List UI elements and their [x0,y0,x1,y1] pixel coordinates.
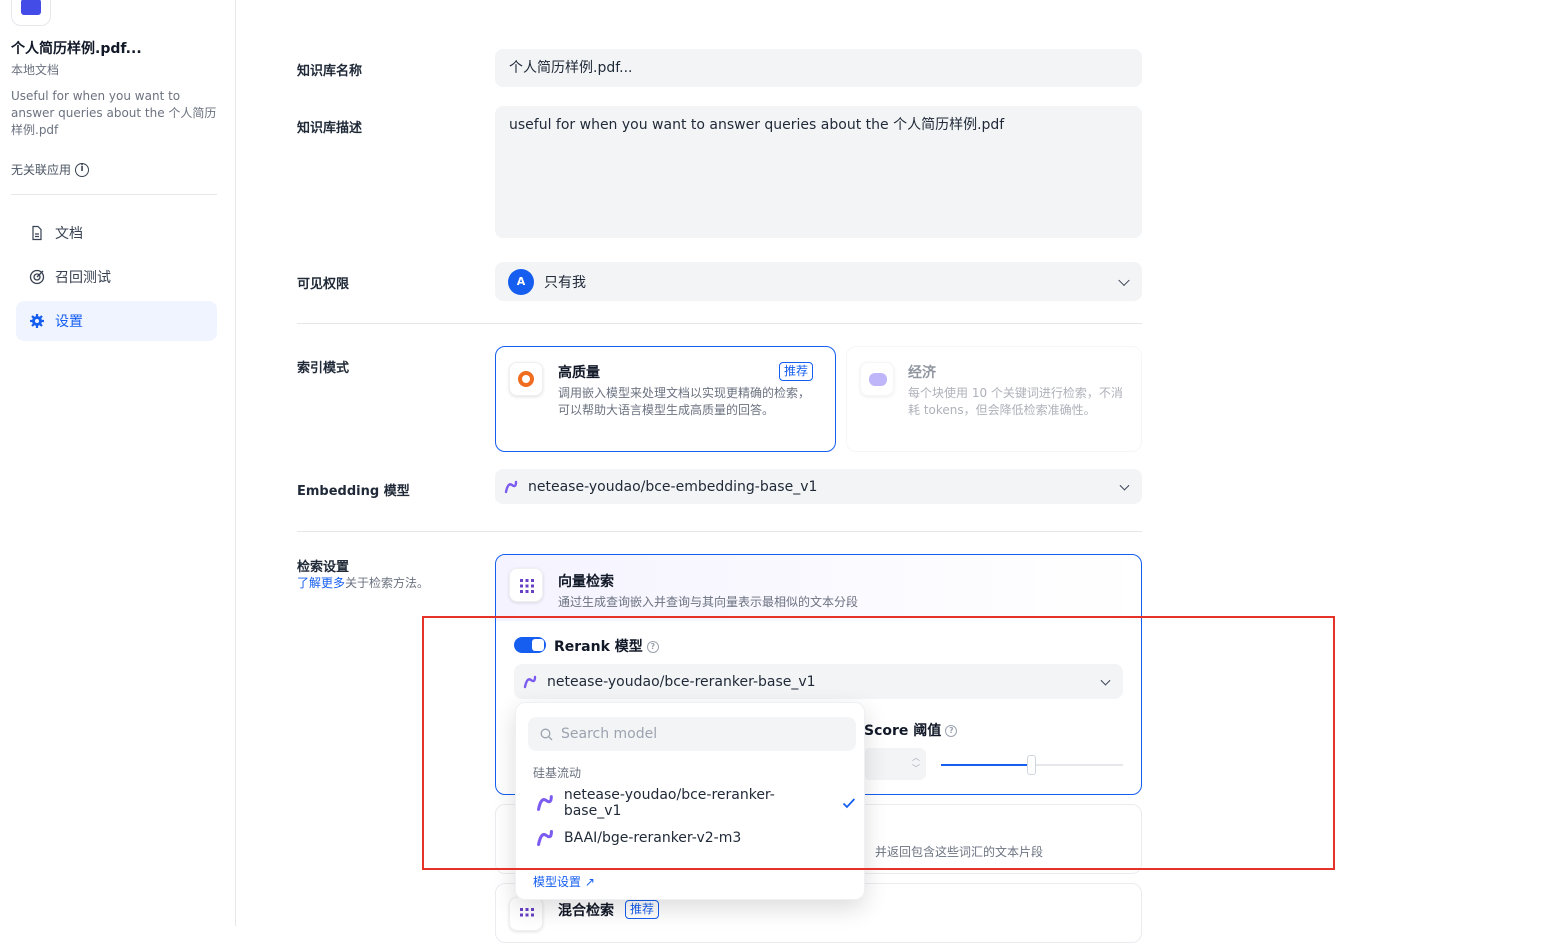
index-economy-desc: 每个块使用 10 个关键词进行检索，不消耗 tokens，但会降低检索准确性。 [908,386,1123,417]
sparkle-icon [509,362,543,396]
dataset-description: Useful for when you want to answer queri… [11,89,217,137]
score-threshold-input[interactable]: ︿ ﹀ [864,748,926,780]
rerank-model-dropdown: Search model 硅基流动 netease-youdao/bce-rer… [515,702,865,900]
search-placeholder: Search model [561,726,658,742]
fulltext-search-desc: 并返回包含这些词汇的文本片段 [875,845,1044,859]
rerank-label: Rerank 模型 [554,639,643,655]
retrieval-help-text: 关于检索方法。 [345,576,430,590]
folder-icon [11,0,51,26]
name-input[interactable]: 个人简历样例.pdf... [495,49,1142,87]
retrieval-help: 了解更多关于检索方法。 [297,574,429,591]
embedding-select[interactable]: netease-youdao/bce-embedding-base_v1 [495,469,1142,504]
permission-label: 可见权限 [297,277,350,292]
linked-apps-label: 无关联应用 [11,163,72,177]
linked-apps[interactable]: 无关联应用 i [11,161,90,178]
name-label: 知识库名称 [297,64,363,79]
piggy-bank-icon [860,362,894,396]
score-slider-track[interactable] [941,755,1123,775]
target-icon [29,269,45,285]
vector-search-title: 向量检索 [558,574,614,590]
embedding-label: Embedding 模型 [297,484,410,499]
info-icon[interactable]: i [75,162,90,177]
permission-value: 只有我 [544,274,586,291]
index-economy-title: 经济 [908,365,936,381]
gear-icon [30,314,44,328]
recommend-badge: 推荐 [625,900,660,919]
rerank-model-select[interactable]: netease-youdao/bce-reranker-base_v1 [514,664,1123,699]
dataset-type: 本地文档 [11,63,60,77]
vector-search-desc: 通过生成查询嵌入并查询与其向量表示最相似的文本分段 [558,595,859,609]
search-model-input[interactable]: Search model [528,717,856,751]
divider [297,323,1142,324]
sidebar-divider [11,194,217,195]
retrieval-label: 检索设置 [297,560,350,575]
name-value: 个人简历样例.pdf... [509,60,633,76]
sidebar: 个人简历样例.pdf... 本地文档 Useful for when you w… [0,0,236,926]
score-threshold-label: Score 阈值 [864,723,942,739]
model-option-label: BAAI/bge-reranker-v2-m3 [564,830,742,846]
score-threshold-label-wrap: Score 阈值? [864,720,958,740]
grid-icon [509,568,543,602]
model-provider-icon [537,795,553,811]
sidebar-item-label: 召回测试 [55,270,111,286]
sidebar-item-recall-test[interactable]: 召回测试 [16,257,217,297]
recommend-badge: 推荐 [779,362,814,381]
rerank-label-wrap: Rerank 模型? [554,636,659,656]
model-provider-icon [504,480,518,493]
divider [297,531,1142,532]
model-provider-icon [537,830,553,846]
stepper-up-icon[interactable]: ︿ [912,752,920,763]
rerank-toggle[interactable] [514,637,546,653]
chevron-down-icon [1119,480,1130,491]
index-high-title: 高质量 [558,365,600,381]
permission-select[interactable]: A 只有我 [495,262,1142,301]
sidebar-item-label: 设置 [55,314,83,330]
chevron-down-icon [1100,675,1111,686]
description-label: 知识库描述 [297,121,363,136]
description-textarea[interactable]: useful for when you want to answer queri… [495,106,1142,238]
check-icon [842,798,856,809]
index-economy-card[interactable]: 经济 每个块使用 10 个关键词进行检索，不消耗 tokens，但会降低检索准确… [846,346,1142,452]
description-value: useful for when you want to answer queri… [509,117,1005,133]
document-icon [32,225,42,241]
index-high-desc: 调用嵌入模型来处理文档以实现更精确的检索，可以帮助大语言模型生成高质量的回答。 [558,386,811,417]
rerank-model-value: netease-youdao/bce-reranker-base_v1 [547,673,816,690]
dataset-name: 个人简历样例.pdf... [11,41,142,57]
stepper-down-icon[interactable]: ﹀ [912,763,920,774]
model-option[interactable]: BAAI/bge-reranker-v2-m3 [528,823,856,853]
model-option-label: netease-youdao/bce-reranker-base_v1 [563,787,775,819]
embedding-value: netease-youdao/bce-embedding-base_v1 [528,478,818,495]
index-mode-label: 索引模式 [297,361,350,376]
sidebar-item-documents[interactable]: 文档 [16,213,217,253]
index-high-quality-card[interactable]: 高质量 推荐 调用嵌入模型来处理文档以实现更精确的检索，可以帮助大语言模型生成高… [495,346,836,452]
search-icon [540,728,553,740]
model-provider-icon [523,675,537,688]
help-icon[interactable]: ? [646,641,659,653]
hybrid-search-title: 混合检索 [558,903,614,919]
help-icon[interactable]: ? [945,725,958,737]
learn-more-link[interactable]: 了解更多 [297,576,345,590]
sidebar-item-settings[interactable]: 设置 [16,301,217,341]
model-option[interactable]: netease-youdao/bce-reranker-base_v1 [528,787,856,819]
chevron-down-icon [1118,274,1130,286]
sidebar-item-label: 文档 [55,226,83,242]
provider-group-label: 硅基流动 [533,766,582,780]
avatar: A [508,268,534,295]
slider-handle[interactable] [1027,755,1036,775]
model-settings-link[interactable]: 模型设置 ↗ [533,873,595,890]
